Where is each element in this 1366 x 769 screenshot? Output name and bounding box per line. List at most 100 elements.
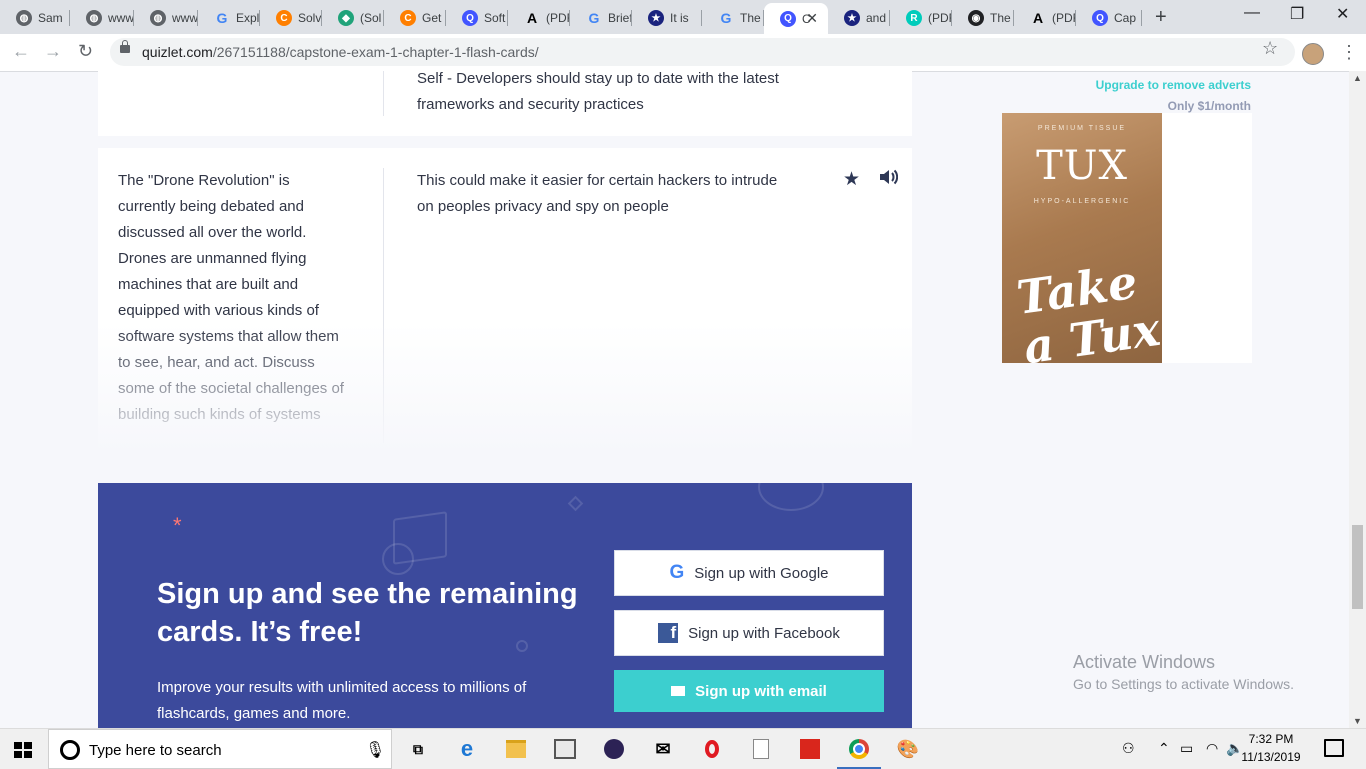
researchgate-icon: R: [906, 10, 922, 26]
close-tab-icon[interactable]: ✕: [806, 10, 818, 27]
scroll-up-icon[interactable]: ▲: [1353, 73, 1362, 83]
facebook-icon: f: [658, 623, 679, 643]
quizlet-icon: Q: [780, 10, 796, 27]
taskbar-date[interactable]: 11/13/2019: [1236, 750, 1306, 764]
browser-tab-label: The: [740, 11, 761, 25]
browser-tab[interactable]: ◉ The: [952, 5, 1014, 31]
bookmark-star-icon[interactable]: ☆: [1262, 38, 1278, 59]
diamond-decoration: [567, 495, 584, 512]
reload-icon[interactable]: ↻: [78, 41, 93, 62]
taskbar-time[interactable]: 7:32 PM: [1236, 732, 1306, 746]
browser-tab-label: www: [108, 11, 134, 25]
menu-icon[interactable]: ⋮: [1340, 42, 1358, 63]
signup-facebook-button[interactable]: f Sign up with Facebook: [614, 610, 884, 656]
task-view-icon[interactable]: ⧉: [406, 737, 430, 761]
signup-facebook-label: Sign up with Facebook: [688, 624, 840, 642]
google-icon: G: [669, 562, 685, 583]
file-explorer-icon[interactable]: [504, 737, 528, 761]
signup-email-button[interactable]: Sign up with email: [614, 670, 884, 712]
forward-icon[interactable]: →: [44, 41, 62, 62]
signup-title: Sign up and see the remaining cards. It’…: [157, 578, 578, 648]
upgrade-link[interactable]: Upgrade to remove adverts: [1040, 78, 1251, 92]
browser-tab[interactable]: Q Soft: [446, 5, 508, 31]
advertisement[interactable]: PREMIUM TISSUE TUX HYPO-ALLERGENIC Take …: [1002, 113, 1252, 363]
browser-tab[interactable]: ★ It is: [632, 5, 702, 31]
browser-tab-label: (PDF: [928, 11, 952, 25]
edge-icon[interactable]: e: [455, 736, 479, 761]
activate-windows-subtitle: Go to Settings to activate Windows.: [1073, 676, 1294, 692]
paint-icon[interactable]: 🎨: [896, 737, 920, 761]
url-text[interactable]: quizlet.com/267151188/capstone-exam-1-ch…: [142, 44, 539, 60]
scrollbar-thumb[interactable]: [1352, 525, 1363, 609]
browser-tab[interactable]: A (PDF: [1014, 5, 1076, 31]
browser-tab[interactable]: R (PDF: [890, 5, 952, 31]
restore-icon[interactable]: ❐: [1290, 4, 1304, 24]
star-badge-icon: ★: [648, 10, 664, 26]
windows-start-icon[interactable]: [14, 742, 32, 758]
minimize-icon[interactable]: —: [1244, 4, 1260, 22]
star-icon[interactable]: ★: [843, 168, 860, 191]
browser-tab[interactable]: Q Cap: [1076, 5, 1142, 31]
new-tab-button[interactable]: +: [1155, 6, 1167, 29]
ad-premium-text: PREMIUM TISSUE: [1037, 125, 1127, 132]
opera-icon[interactable]: [700, 737, 724, 761]
browser-tab-label: and: [866, 11, 887, 25]
browser-tab[interactable]: ★ and: [828, 5, 890, 31]
back-icon[interactable]: ←: [12, 41, 30, 62]
card-definition: Self - Developers should stay up to date…: [417, 70, 779, 113]
close-window-icon[interactable]: ✕: [1336, 4, 1349, 24]
wifi-icon[interactable]: ◠: [1206, 740, 1218, 757]
browser-tab[interactable]: G Brief: [570, 5, 632, 31]
audio-icon[interactable]: [878, 168, 899, 192]
acrobat-icon[interactable]: [798, 737, 822, 761]
address-bar[interactable]: quizlet.com/267151188/capstone-exam-1-ch…: [110, 38, 1295, 66]
browser-tab[interactable]: C Solv: [260, 5, 322, 31]
microphone-icon[interactable]: 🎙: [365, 740, 385, 760]
card-fade-overlay: [98, 323, 912, 453]
site-icon: ◉: [968, 10, 984, 26]
browser-tab[interactable]: A (PDF: [508, 5, 570, 31]
browser-tab[interactable]: ◍ Sam: [0, 5, 70, 31]
mail-icon[interactable]: ✉: [651, 737, 675, 761]
pin-decoration-icon: [382, 543, 414, 575]
browser-tab[interactable]: Q C ✕: [764, 3, 828, 34]
taskbar-search-box[interactable]: Type here to search 🎙: [48, 729, 392, 769]
page-scrollbar[interactable]: ▲ ▼: [1349, 71, 1366, 728]
chrome-icon[interactable]: [837, 737, 881, 769]
battery-icon[interactable]: ▭: [1180, 740, 1193, 757]
browser-tab[interactable]: ◆ (Sol: [322, 5, 384, 31]
people-icon[interactable]: ⚇: [1122, 740, 1135, 757]
scroll-down-icon[interactable]: ▼: [1353, 716, 1362, 726]
windows-taskbar: Type here to search 🎙 ⧉ e ✉ 🎨 ⚇ ⌃ ▭ ◠ 🔈 …: [0, 728, 1366, 769]
eclipse-icon[interactable]: [602, 737, 626, 761]
browser-tab-label: Soft: [484, 11, 506, 25]
document-icon[interactable]: [749, 737, 773, 761]
browser-tab[interactable]: G The: [702, 5, 764, 31]
browser-tab-label: Brief: [608, 11, 632, 25]
browser-tab[interactable]: ◍ www: [134, 5, 198, 31]
browser-tab-label: Cap: [1114, 11, 1137, 25]
star-badge-icon: ★: [844, 10, 860, 26]
chegg-icon: C: [276, 10, 292, 26]
globe-icon: ◍: [16, 10, 32, 26]
globe-icon: ◍: [86, 10, 102, 26]
store-icon[interactable]: [553, 737, 577, 761]
browser-tab[interactable]: C Get: [384, 5, 446, 31]
browser-tab[interactable]: ◍ www: [70, 5, 134, 31]
profile-avatar[interactable]: [1302, 43, 1324, 65]
show-hidden-icons-icon[interactable]: ⌃: [1158, 740, 1170, 757]
signup-google-button[interactable]: G Sign up with Google: [614, 550, 884, 596]
google-icon: G: [216, 10, 228, 26]
google-icon: G: [588, 10, 600, 26]
upgrade-price: Only $1/month: [1167, 99, 1251, 113]
coursehero-icon: ◆: [338, 10, 354, 26]
browser-tab-label: (PDF: [1052, 11, 1076, 25]
envelope-icon: [671, 686, 686, 696]
globe-icon: ◍: [150, 10, 166, 26]
taskbar-search-placeholder: Type here to search: [89, 742, 222, 759]
signup-banner: * Sign up and see the remaining cards. I…: [98, 483, 912, 728]
notifications-icon[interactable]: [1324, 739, 1344, 757]
browser-tab[interactable]: G Expl: [198, 5, 260, 31]
signup-subtitle: Improve your results with unlimited acce…: [157, 679, 527, 722]
quizlet-icon: Q: [462, 10, 478, 26]
